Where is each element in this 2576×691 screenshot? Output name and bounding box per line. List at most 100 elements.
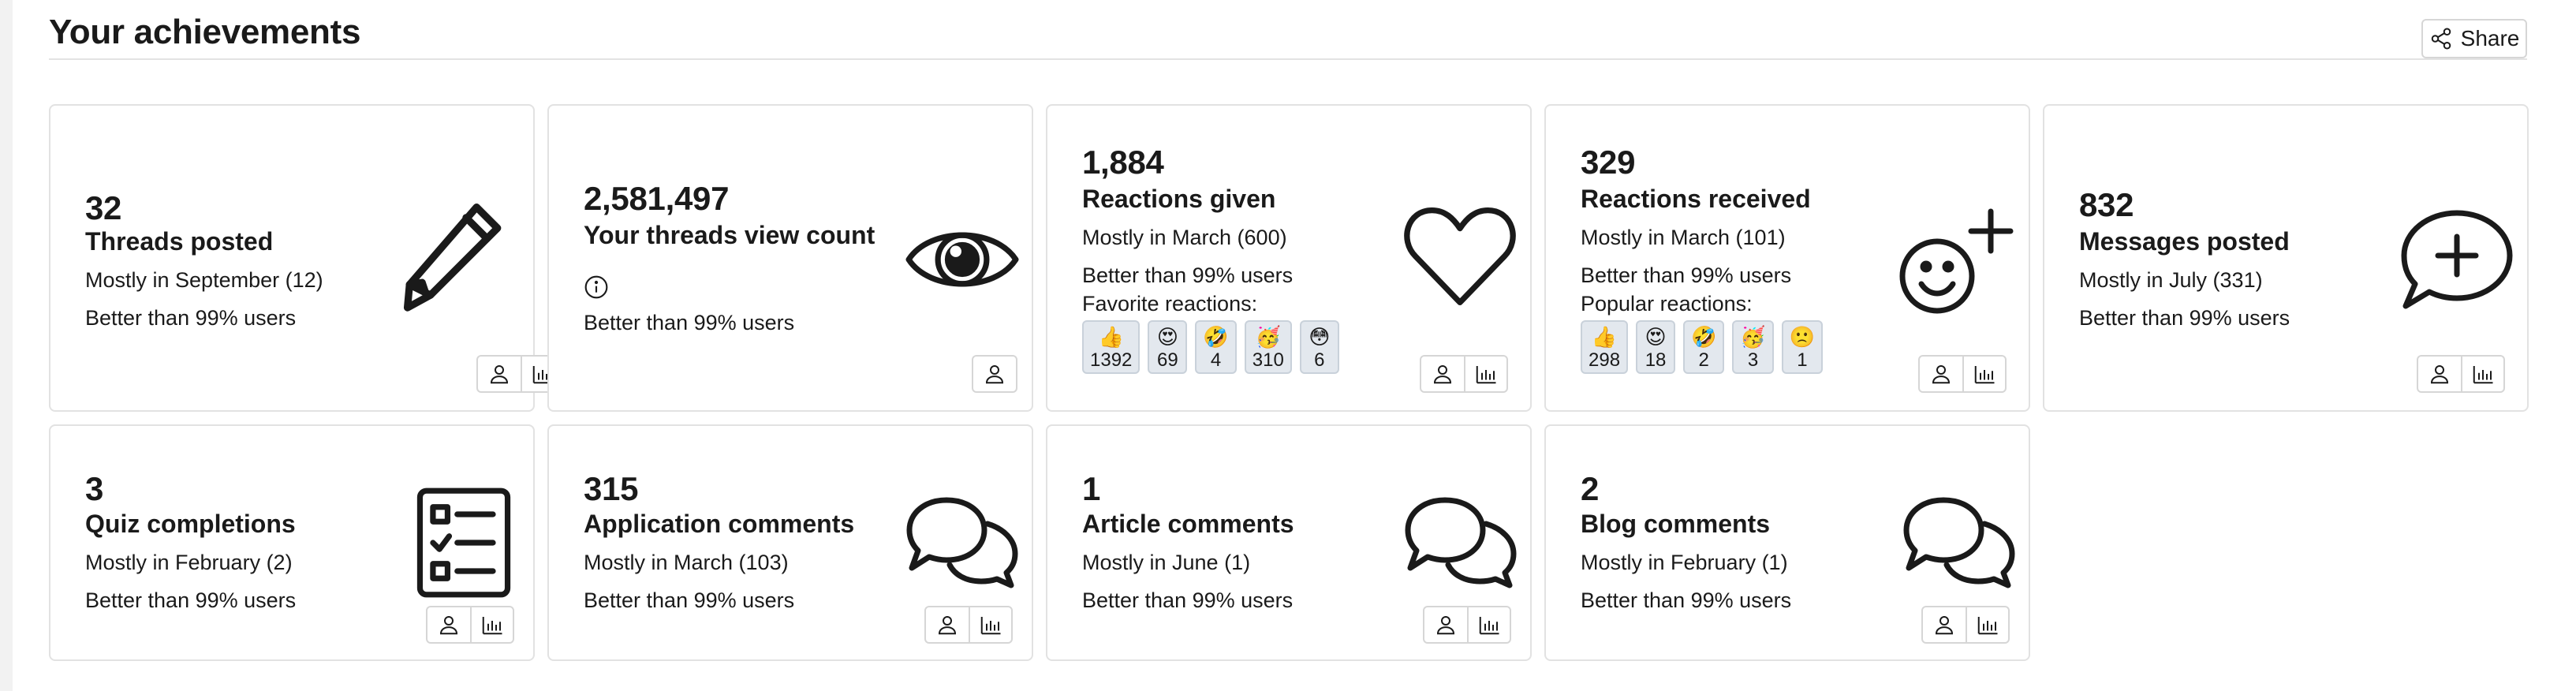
- share-button[interactable]: Share: [2421, 19, 2527, 58]
- card-label: Messages posted: [2079, 227, 2290, 256]
- reaction-chip[interactable]: 😍 18: [1636, 320, 1676, 374]
- reaction-count: 18: [1645, 349, 1667, 371]
- stats-button[interactable]: [1464, 357, 1506, 391]
- card-label: Article comments: [1082, 510, 1294, 538]
- reaction-chip[interactable]: 👍 298: [1581, 320, 1629, 374]
- comments-icon: [905, 495, 1019, 588]
- stats-button[interactable]: [969, 607, 1011, 642]
- reaction-chips: 👍 1392 😍 69 🤣 4 🥳 310 😳 6: [1082, 320, 1339, 374]
- card-threads-posted: 32 Threads posted Mostly in September (1…: [49, 104, 565, 412]
- checklist-icon: [413, 486, 514, 599]
- card-label: Your threads view count: [584, 221, 875, 249]
- stats-button[interactable]: [1467, 607, 1510, 642]
- reaction-count: 298: [1589, 349, 1621, 371]
- user-button[interactable]: [1421, 357, 1464, 391]
- card-mostly-line: Mostly in June (1): [1082, 551, 1251, 574]
- user-button[interactable]: [427, 607, 470, 642]
- popular-reactions-label: Popular reactions:: [1581, 292, 1753, 316]
- stats-button[interactable]: [2461, 357, 2503, 391]
- card-better-line: Better than 99% users: [1581, 263, 1792, 287]
- frown-emoji: 🙁: [1789, 325, 1816, 349]
- comments-icon: [1404, 495, 1518, 588]
- party-emoji: 🥳: [1255, 325, 1281, 349]
- reaction-count: 3: [1747, 349, 1759, 371]
- user-icon: [938, 616, 957, 635]
- heart-icon: [1402, 204, 1518, 309]
- user-button[interactable]: [1923, 607, 1966, 642]
- card-value: 32: [85, 189, 122, 226]
- party-emoji: 🥳: [1740, 325, 1766, 349]
- card-label: Threads posted: [85, 227, 274, 256]
- card-value: 315: [584, 470, 639, 507]
- reaction-count: 69: [1157, 349, 1178, 371]
- user-button[interactable]: [1424, 607, 1467, 642]
- rofl-emoji: 🤣: [1691, 325, 1717, 349]
- reaction-chip[interactable]: 🥳 3: [1732, 320, 1774, 374]
- card-value: 3: [85, 470, 104, 507]
- card-value: 329: [1581, 144, 1636, 181]
- card-mostly-line: Mostly in March (103): [584, 551, 789, 574]
- stats-button[interactable]: [1966, 607, 2008, 642]
- reaction-chip[interactable]: 🥳 310: [1244, 320, 1292, 374]
- reaction-chips: 👍 298 😍 18 🤣 2 🥳 3 🙁 1: [1581, 320, 1824, 374]
- card-mostly-line: Mostly in July (331): [2079, 268, 2263, 292]
- reaction-chip[interactable]: 🙁 1: [1781, 320, 1824, 374]
- info-icon[interactable]: [584, 275, 609, 300]
- user-button[interactable]: [1920, 357, 1962, 391]
- card-actions: [1423, 606, 1511, 644]
- card-article-comments: 1 Article comments Mostly in June (1) Be…: [1046, 424, 1532, 661]
- user-button[interactable]: [926, 607, 969, 642]
- reaction-chip[interactable]: 👍 1392: [1082, 320, 1141, 374]
- card-mostly-line: Mostly in March (101): [1581, 226, 1786, 249]
- stats-button[interactable]: [470, 607, 513, 642]
- card-label: Application comments: [584, 510, 855, 538]
- card-label: Reactions received: [1581, 185, 1811, 213]
- card-better-line: Better than 99% users: [1082, 588, 1294, 612]
- reaction-chip[interactable]: 😍 69: [1148, 320, 1188, 374]
- user-icon: [1433, 365, 1452, 384]
- card-mostly-line: Mostly in March (600): [1082, 226, 1287, 249]
- card-blog-comments: 2 Blog comments Mostly in February (1) B…: [1544, 424, 2030, 661]
- heart-eyes-emoji: 😍: [1645, 325, 1667, 349]
- card-better-line: Better than 99% users: [2079, 306, 2290, 330]
- card-value: 1: [1082, 470, 1101, 507]
- reaction-count: 4: [1210, 349, 1222, 371]
- user-button[interactable]: [973, 357, 1016, 391]
- user-button[interactable]: [2418, 357, 2461, 391]
- user-icon: [490, 365, 509, 384]
- user-button[interactable]: [478, 357, 521, 391]
- rofl-emoji: 🤣: [1203, 325, 1229, 349]
- bar-chart-icon: [482, 617, 502, 635]
- bar-chart-icon: [1977, 617, 1998, 635]
- card-actions: [1420, 355, 1508, 393]
- card-quiz-completions: 3 Quiz completions Mostly in February (2…: [49, 424, 535, 661]
- bar-chart-icon: [1476, 366, 1496, 384]
- stats-button[interactable]: [1962, 357, 2005, 391]
- share-icon: [2431, 28, 2451, 50]
- card-view-count: 2,581,497 Your threads view count Better…: [547, 104, 1033, 412]
- smiley-plus-icon: [1898, 208, 2016, 316]
- page-title: Your achievements: [49, 13, 361, 51]
- left-edge: [0, 0, 13, 691]
- card-application-comments: 315 Application comments Mostly in March…: [547, 424, 1033, 661]
- reaction-chip[interactable]: 😳 6: [1299, 320, 1339, 374]
- card-messages-posted: 832 Messages posted Mostly in July (331)…: [2043, 104, 2529, 412]
- card-label: Reactions given: [1082, 185, 1276, 213]
- user-icon: [985, 365, 1004, 384]
- card-mostly-line: Mostly in September (12): [85, 268, 323, 292]
- card-value: 2: [1581, 470, 1600, 507]
- bar-chart-icon: [1479, 617, 1499, 635]
- reaction-count: 1392: [1090, 349, 1133, 371]
- reaction-chip[interactable]: 🤣 4: [1195, 320, 1237, 374]
- reaction-chip[interactable]: 🤣 2: [1683, 320, 1725, 374]
- card-better-line: Better than 99% users: [85, 306, 297, 330]
- card-better-line: Better than 99% users: [1082, 263, 1294, 287]
- card-label: Blog comments: [1581, 510, 1771, 538]
- card-mostly-line: Mostly in February (1): [1581, 551, 1788, 574]
- card-label: Quiz completions: [85, 510, 296, 538]
- header: Your achievements Share: [49, 11, 2527, 60]
- favorite-reactions-label: Favorite reactions:: [1082, 292, 1258, 316]
- bar-chart-icon: [980, 617, 1001, 635]
- card-value: 1,884: [1082, 144, 1164, 181]
- reaction-count: 6: [1314, 349, 1325, 371]
